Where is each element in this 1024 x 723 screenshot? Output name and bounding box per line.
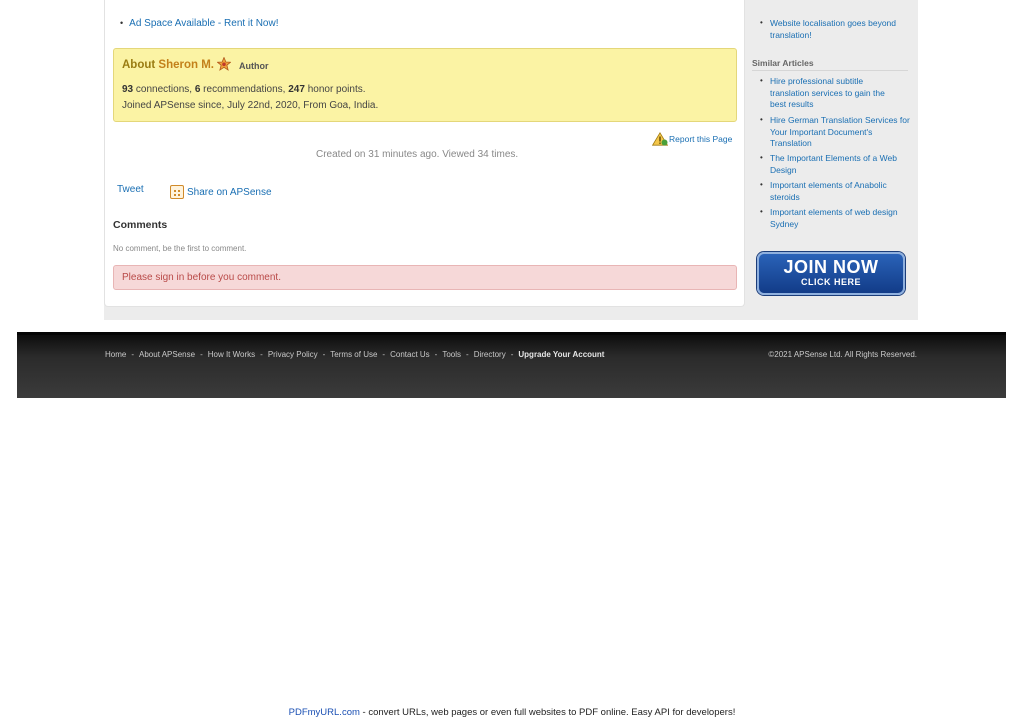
tweet-button[interactable]: Tweet xyxy=(117,184,144,195)
bullet-icon: • xyxy=(760,18,763,27)
honor-points-label: honor points. xyxy=(304,84,366,95)
bullet-icon: • xyxy=(760,115,763,124)
join-now-button[interactable]: JOIN NOW CLICK HERE xyxy=(757,252,905,295)
bullet-icon: • xyxy=(760,180,763,189)
footer-separator: - xyxy=(260,350,263,359)
similar-article-link[interactable]: Important elements of Anabolic steroids xyxy=(770,180,902,203)
signin-alert-text: Please sign in before you comment. xyxy=(122,272,281,283)
pdf-note-text: - convert URLs, web pages or even full w… xyxy=(359,707,736,718)
author-joined-info: Joined APSense since, July 22nd, 2020, F… xyxy=(122,100,379,111)
footer-separator: - xyxy=(434,350,438,359)
ad-space-item: • Ad Space Available - Rent it Now! xyxy=(120,18,279,29)
author-role-badge: Author xyxy=(239,61,269,71)
bullet-icon: • xyxy=(760,153,763,162)
no-comment-text: No comment, be the first to comment. xyxy=(113,244,247,253)
copyright-text: ©2021 APSense Ltd. All Rights Reserved. xyxy=(768,350,917,359)
footer-separator: - xyxy=(382,350,386,359)
footer-link-tools[interactable]: Tools xyxy=(442,350,461,359)
join-now-label: JOIN NOW xyxy=(783,257,879,277)
about-author-title: About Sheron M. xyxy=(122,59,214,71)
author-name-link[interactable]: Sheron M. xyxy=(158,59,214,71)
footer: Home - About APSense - How It Works - Pr… xyxy=(17,332,1006,398)
footer-separator: - xyxy=(131,350,135,359)
bullet-icon: • xyxy=(760,207,763,216)
similar-articles-heading: Similar Articles xyxy=(752,58,908,71)
share-icon xyxy=(170,185,184,199)
report-page-label: Report this Page xyxy=(669,134,733,144)
about-author-box: About Sheron M. Author 93 connections, 6… xyxy=(113,48,737,122)
created-info: Created on 31 minutes ago. Viewed 34 tim… xyxy=(316,149,519,160)
honor-points-count: 247 xyxy=(288,84,305,95)
footer-nav: Home - About APSense - How It Works - Pr… xyxy=(105,350,604,359)
footer-link-terms[interactable]: Terms of Use xyxy=(330,350,377,359)
footer-link-upgrade[interactable]: Upgrade Your Account xyxy=(518,350,604,359)
star-badge-icon xyxy=(217,57,231,71)
author-stats: 93 connections, 6 recommendations, 247 h… xyxy=(122,84,366,95)
signin-alert: Please sign in before you comment. xyxy=(113,265,737,290)
footer-separator: - xyxy=(510,350,514,359)
pdf-watermark: PDFmyURL.com - convert URLs, web pages o… xyxy=(0,707,1024,718)
sidebar-article-link[interactable]: Website localisation goes beyond transla… xyxy=(770,18,910,41)
footer-link-privacy[interactable]: Privacy Policy xyxy=(268,350,318,359)
footer-separator: - xyxy=(200,350,203,359)
click-here-label: CLICK HERE xyxy=(800,277,861,287)
connections-count: 93 xyxy=(122,84,134,95)
similar-article-link[interactable]: Hire German Translation Services for You… xyxy=(770,115,910,150)
pdfmyurl-link[interactable]: PDFmyURL.com xyxy=(289,707,360,718)
connections-label: connections, xyxy=(133,84,195,95)
ad-space-link[interactable]: Ad Space Available - Rent it Now! xyxy=(129,18,278,29)
footer-link-about[interactable]: About APSense xyxy=(139,350,195,359)
footer-link-home[interactable]: Home xyxy=(105,350,126,359)
similar-article-link[interactable]: Important elements of web design Sydney xyxy=(770,207,910,230)
footer-separator: - xyxy=(322,350,326,359)
comments-heading: Comments xyxy=(113,219,168,231)
footer-link-how-it-works[interactable]: How It Works xyxy=(208,350,255,359)
footer-link-directory[interactable]: Directory xyxy=(474,350,506,359)
similar-article-link[interactable]: Hire professional subtitle translation s… xyxy=(770,76,898,111)
share-apsense-button[interactable]: Share on APSense xyxy=(170,185,272,199)
about-label: About xyxy=(122,59,159,71)
footer-link-contact[interactable]: Contact Us xyxy=(390,350,430,359)
warning-icon xyxy=(652,132,668,146)
bullet-icon: • xyxy=(120,18,124,28)
share-label: Share on APSense xyxy=(187,186,272,198)
footer-separator: - xyxy=(466,350,469,359)
bullet-icon: • xyxy=(760,76,763,85)
recommendations-label: recommendations, xyxy=(200,84,289,95)
similar-article-link[interactable]: The Important Elements of a Web Design xyxy=(770,153,910,176)
report-page-link[interactable]: Report this Page xyxy=(652,132,732,146)
